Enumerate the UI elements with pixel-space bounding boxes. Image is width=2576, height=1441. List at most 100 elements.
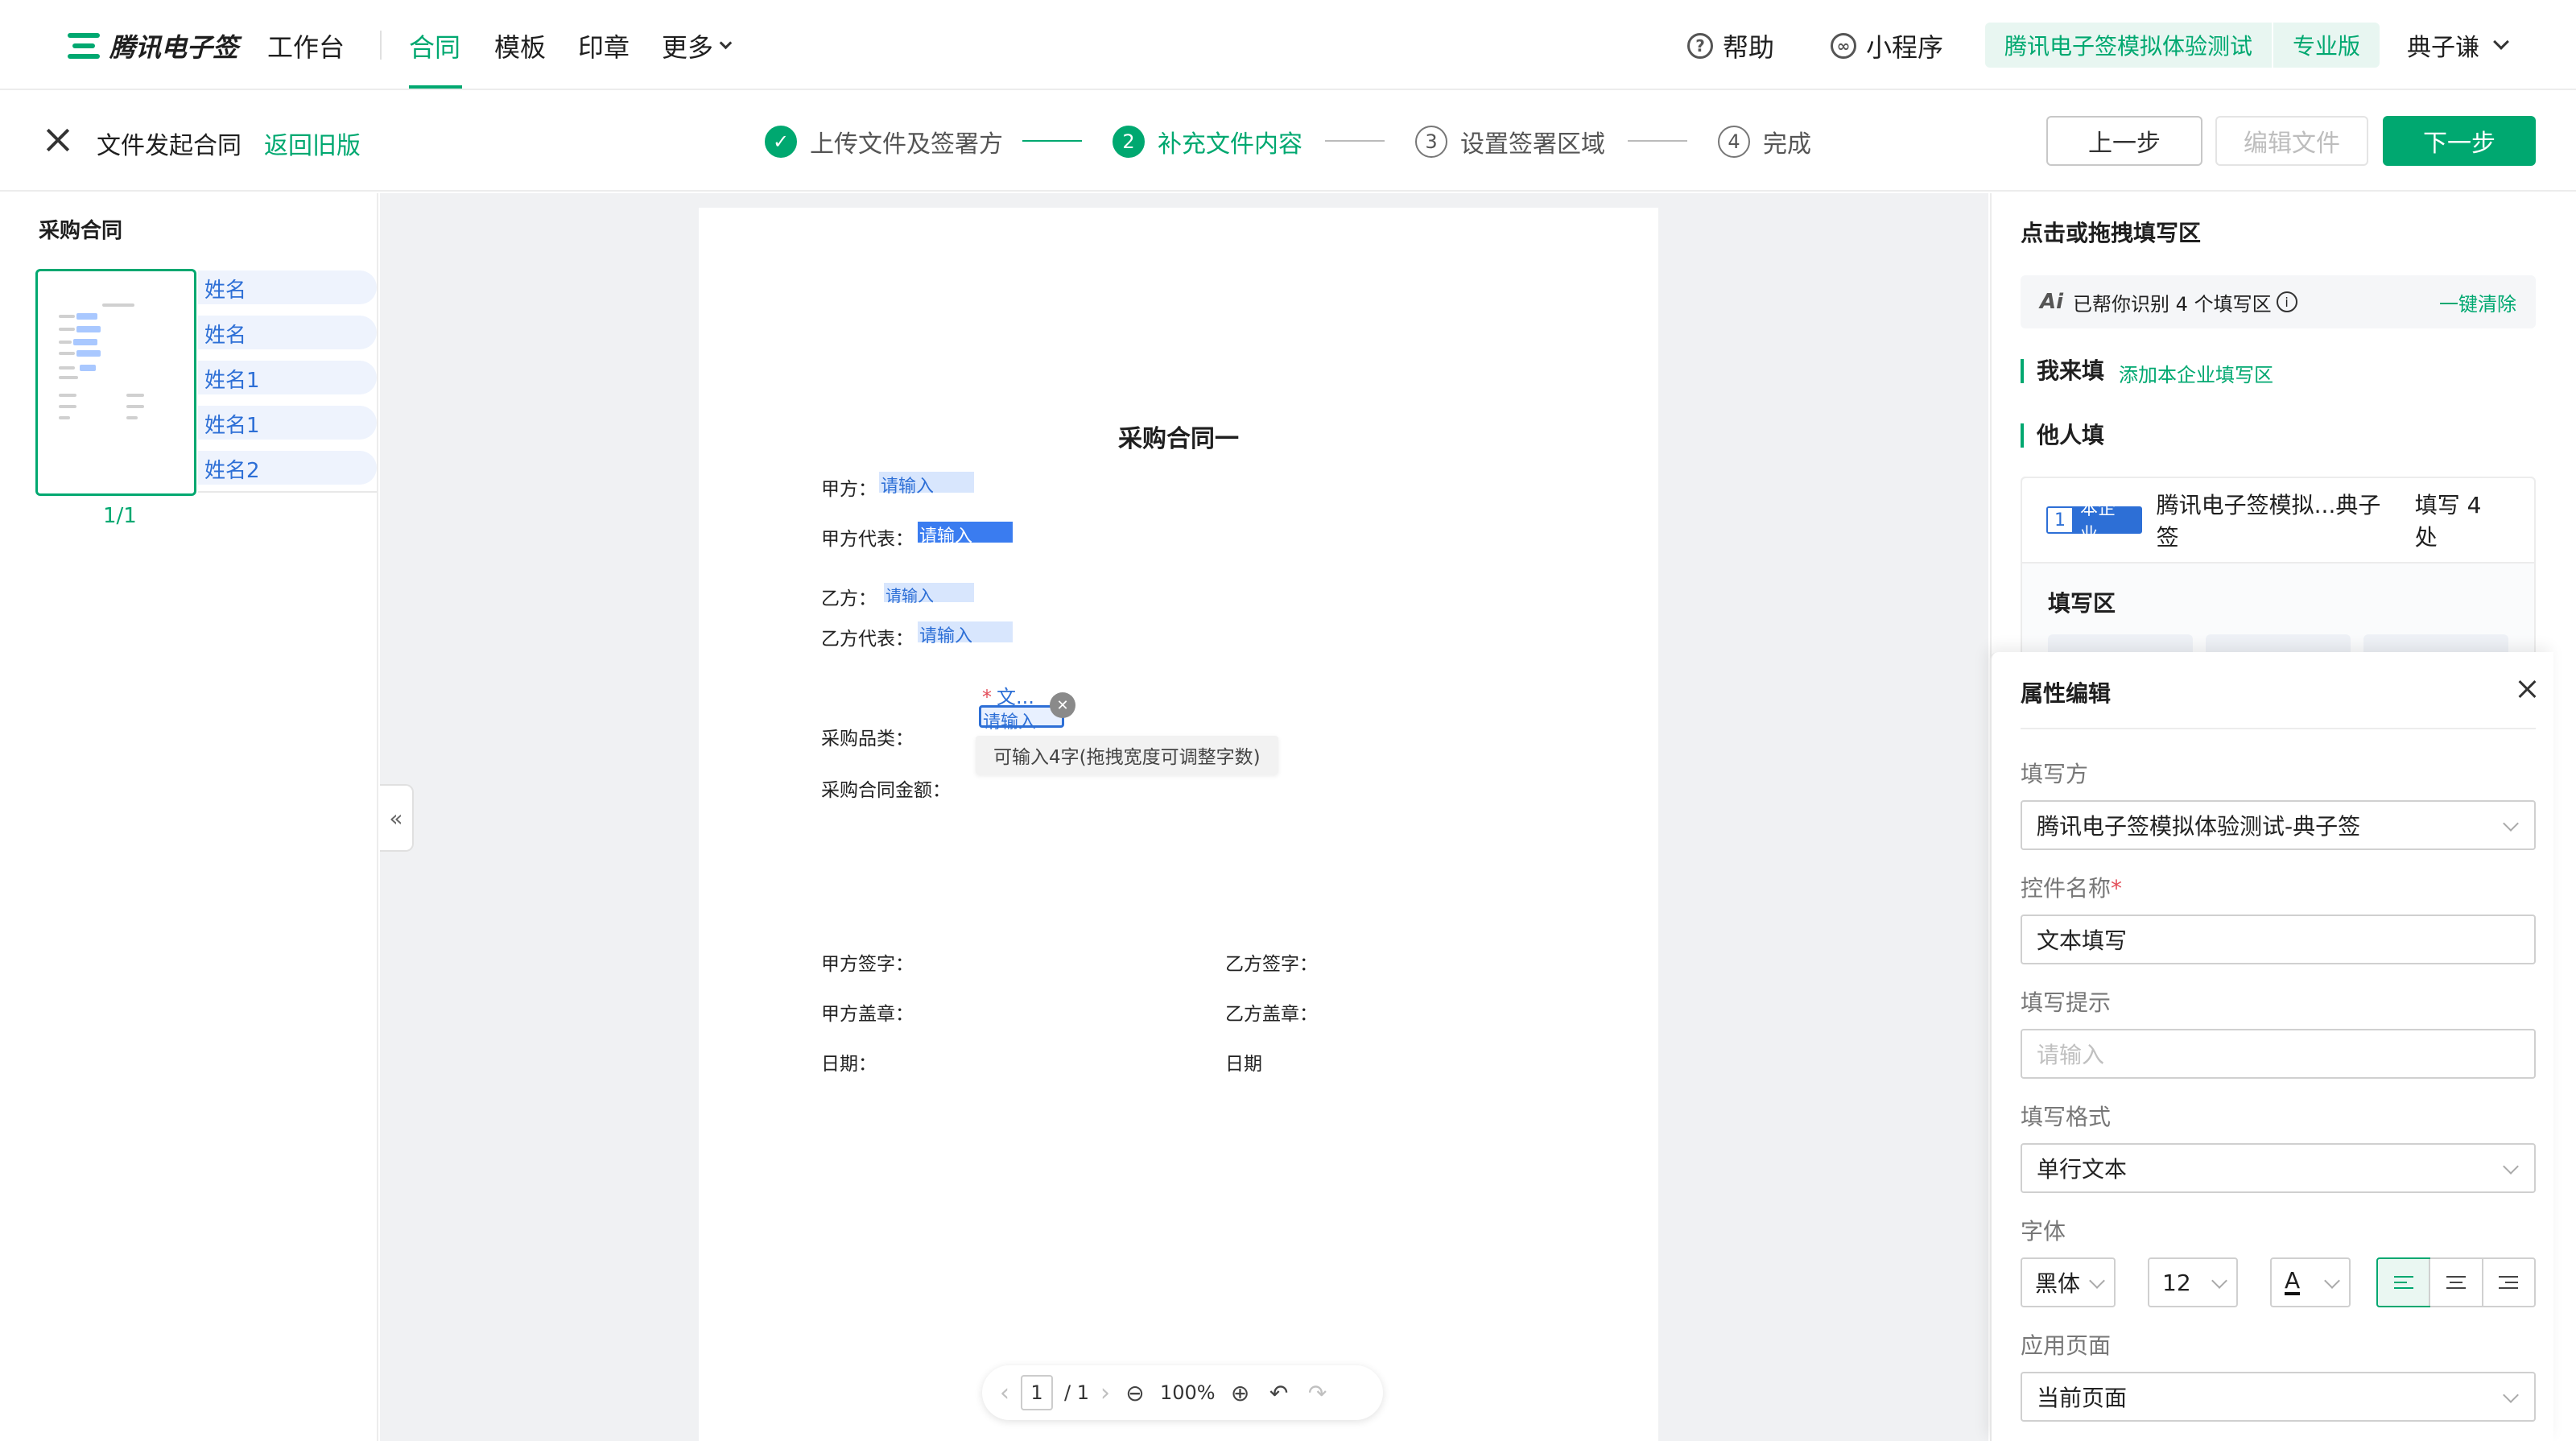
prev-page-icon[interactable]: ‹ xyxy=(1000,1379,1009,1407)
next-page-icon[interactable]: › xyxy=(1100,1379,1110,1407)
help-link[interactable]: ? 帮助 xyxy=(1687,27,1774,64)
field-tag[interactable]: 姓名 xyxy=(198,316,377,349)
page-number-input[interactable]: 1 xyxy=(1021,1375,1053,1410)
chevron-down-icon xyxy=(2493,34,2509,50)
nav-tab-seal[interactable]: 印章 xyxy=(578,27,630,64)
control-name-input[interactable]: 文本填写 xyxy=(2021,915,2536,964)
active-tab-underline xyxy=(409,85,462,89)
field-tag[interactable]: 姓名1 xyxy=(198,361,377,394)
nav-tab-template[interactable]: 模板 xyxy=(494,27,546,64)
text-align-group xyxy=(2376,1257,2536,1307)
delete-field-icon[interactable]: ✕ xyxy=(1050,692,1075,718)
ai-icon: Ai xyxy=(2040,290,2064,314)
user-menu[interactable]: 典子谦 xyxy=(2407,27,2509,63)
fill-zone-label: 填写区 xyxy=(2048,590,2116,617)
ai-recognition-bar: Ai 已帮你识别 4 个填写区 i 一键清除 xyxy=(2021,275,2536,328)
nav-workbench[interactable]: 工作台 xyxy=(267,27,345,64)
required-mark: * xyxy=(2111,875,2123,902)
doc-label-b-seal: 乙方盖章： xyxy=(1225,1004,1318,1025)
doc-label-amount: 采购合同金额： xyxy=(821,780,951,801)
zoom-in-icon[interactable]: ⊕ xyxy=(1227,1379,1254,1406)
doc-label-category: 采购品类： xyxy=(821,729,914,749)
step-connector xyxy=(1628,140,1687,142)
control-name-text: 控件名称 xyxy=(2021,875,2112,902)
user-name: 典子谦 xyxy=(2407,34,2479,62)
align-center-icon xyxy=(2446,1276,2466,1289)
undo-icon[interactable]: ↶ xyxy=(1265,1379,1293,1406)
party-fill-count: 填写 4 处 xyxy=(2414,492,2482,551)
redo-icon[interactable]: ↷ xyxy=(1304,1379,1331,1406)
apply-page-value: 当前页面 xyxy=(2037,1385,2128,1411)
document-title: 采购合同一 xyxy=(1118,425,1239,453)
nav-tab-contract[interactable]: 合同 xyxy=(409,27,460,64)
party-type: 本企业 xyxy=(2072,499,2140,545)
font-family-select[interactable]: 黑体 xyxy=(2021,1257,2116,1307)
doc-label-b-date: 日期 xyxy=(1225,1054,1262,1075)
align-center-button[interactable] xyxy=(2429,1259,2481,1306)
edition-badge: 专业版 xyxy=(2293,33,2361,60)
next-step-button[interactable]: 下一步 xyxy=(2383,116,2536,166)
brand-logo[interactable]: 腾讯电子签 xyxy=(68,27,238,64)
fill-field[interactable]: 请输入 xyxy=(884,583,974,605)
document-name: 采购合同 xyxy=(39,219,123,243)
align-left-button[interactable] xyxy=(2376,1257,2431,1307)
app-root: 腾讯电子签 工作台 合同 模板 印章 更多 ? 帮助 ∞ 小程序 腾讯电子签模拟… xyxy=(0,0,2576,1441)
close-icon[interactable] xyxy=(43,126,72,155)
miniprogram-label: 小程序 xyxy=(1866,32,1944,63)
field-tag[interactable]: 姓名 xyxy=(198,270,377,304)
filler-label: 填写方 xyxy=(2021,761,2089,787)
step-label: 设置签署区域 xyxy=(1460,130,1605,159)
enterprise-switcher[interactable]: 腾讯电子签模拟体验测试 专业版 xyxy=(1985,23,2380,68)
format-select[interactable]: 单行文本 xyxy=(2021,1143,2536,1193)
page-thumbnail[interactable] xyxy=(35,269,196,496)
format-label: 填写格式 xyxy=(2021,1104,2112,1130)
edit-file-button[interactable]: 编辑文件 xyxy=(2215,116,2368,166)
apply-page-select[interactable]: 当前页面 xyxy=(2021,1372,2536,1422)
total-pages: / 1 xyxy=(1064,1381,1089,1404)
logo-icon xyxy=(68,30,100,62)
nav-tab-more[interactable]: 更多 xyxy=(662,27,733,64)
step-label: 上传文件及签署方 xyxy=(810,130,1003,159)
hint-input[interactable]: 请输入 xyxy=(2021,1029,2536,1079)
fill-field[interactable]: 请输入 xyxy=(918,621,1013,646)
page-toolbar: ‹ 1 / 1 › ⊖ 100% ⊕ ↶ ↷ xyxy=(982,1365,1383,1420)
party-number: 1 xyxy=(2054,510,2066,531)
font-size-select[interactable]: 12 xyxy=(2148,1257,2238,1307)
field-tag[interactable]: 姓名2 xyxy=(198,451,377,485)
thumbnail-page-number: 1/1 xyxy=(103,504,137,528)
font-color-select[interactable]: A xyxy=(2270,1257,2351,1307)
collapse-sidebar-button[interactable]: « xyxy=(380,784,414,852)
font-size-value: 12 xyxy=(2162,1269,2191,1296)
field-tag[interactable]: 姓名1 xyxy=(198,406,377,440)
clear-all-button[interactable]: 一键清除 xyxy=(2439,288,2516,316)
nav-divider xyxy=(380,31,382,60)
step-number: 3 xyxy=(1415,126,1447,158)
filler-select[interactable]: 腾讯电子签模拟体验测试-典子签 xyxy=(2021,800,2536,850)
field-tag-list: 姓名 姓名 姓名1 姓名1 姓名2 xyxy=(198,270,377,496)
document-thumbnail-panel: 采购合同 1/1 姓名 姓名 姓名1 姓名1 姓名2 xyxy=(0,193,378,1441)
close-icon[interactable] xyxy=(2518,679,2537,699)
font-family-value: 黑体 xyxy=(2035,1270,2081,1297)
chevron-down-icon xyxy=(2503,815,2519,832)
miniprogram-link[interactable]: ∞ 小程序 xyxy=(1831,27,1943,64)
info-icon[interactable]: i xyxy=(2276,291,2297,312)
document-canvas: « 采购合同一 甲方： 请输入 甲方代表： 请输入 乙方： 请输入 乙方代表： … xyxy=(380,193,1988,1441)
nav-more-label: 更多 xyxy=(662,32,714,63)
previous-step-button[interactable]: 上一步 xyxy=(2046,116,2202,166)
step-label: 完成 xyxy=(1763,130,1811,159)
party-header[interactable]: 1 本企业 腾讯电子签模拟...典子签 填写 4 处 xyxy=(2022,478,2534,564)
question-icon: ? xyxy=(1687,33,1713,59)
ai-recognition-text: 已帮你识别 4 个填写区 xyxy=(2073,292,2272,316)
step-fill-content: 2 补充文件内容 xyxy=(1113,124,1302,159)
doc-label-a-sign: 甲方签字： xyxy=(821,954,914,975)
fill-field[interactable]: 请输入 xyxy=(879,472,974,497)
fill-field[interactable]: 请输入 xyxy=(918,522,1013,547)
top-navigation: 腾讯电子签 工作台 合同 模板 印章 更多 ? 帮助 ∞ 小程序 腾讯电子签模拟… xyxy=(0,0,2576,90)
property-editor-drawer: 属性编辑 填写方 腾讯电子签模拟体验测试-典子签 控件名称* 文本填写 填写提示… xyxy=(1990,652,2553,1441)
chevron-down-icon xyxy=(2211,1273,2227,1289)
align-right-button[interactable] xyxy=(2481,1259,2534,1306)
add-enterprise-fill-link[interactable]: 添加本企业填写区 xyxy=(2119,359,2273,387)
zoom-out-icon[interactable]: ⊖ xyxy=(1121,1379,1149,1406)
back-to-old-version-link[interactable]: 返回旧版 xyxy=(264,126,361,161)
chevron-down-icon xyxy=(2089,1273,2105,1289)
